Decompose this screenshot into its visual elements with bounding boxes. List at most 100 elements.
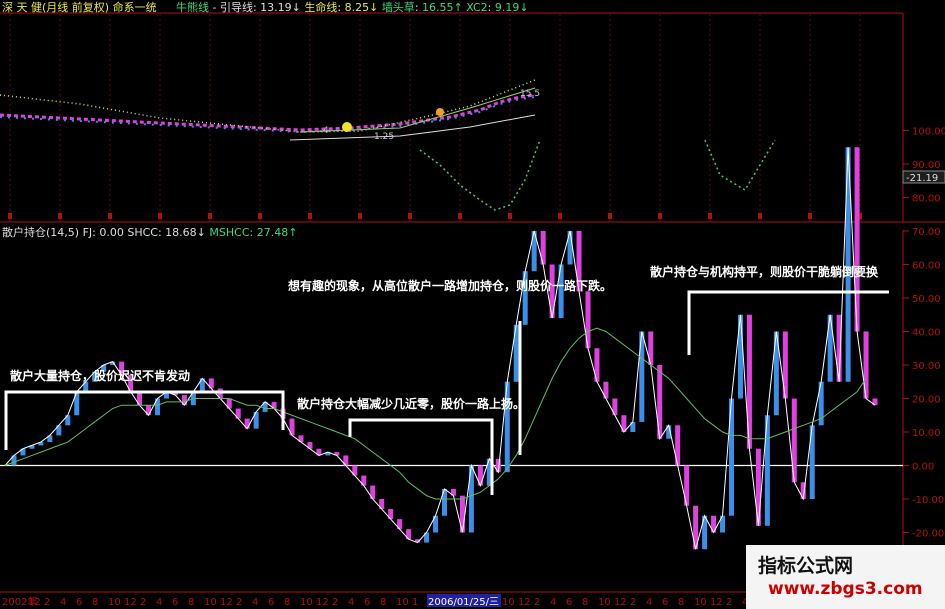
x-axis-label: 4 <box>348 597 354 608</box>
y-tick-label: -10.00 <box>912 495 944 506</box>
x-axis-label: 10 <box>396 597 409 608</box>
indicator-value: 9.19↓ <box>494 1 529 14</box>
x-axis-label: 6 <box>172 597 178 608</box>
indicator-value: 8.25↓ <box>344 1 379 14</box>
x-axis-label: 8 <box>380 597 386 608</box>
period-marker <box>758 213 762 219</box>
period-marker <box>508 213 512 219</box>
shcc-value: SHCC: 18.68↓ <box>127 226 206 239</box>
x-axis-label: 6 <box>364 597 370 608</box>
period-marker <box>108 213 112 219</box>
x-axis-label: 12 <box>710 597 723 608</box>
x-axis-label: 6 <box>76 597 82 608</box>
y-tick-label: 40.00 <box>912 328 941 339</box>
bottom-panel-header: 散户持仓(14,5) FJ: 0.00 SHCC: 18.68↓ MSHCC: … <box>2 224 297 240</box>
period-marker <box>358 213 362 219</box>
indicator-title: 散户持仓(14,5) <box>2 226 80 239</box>
y-tick-label: 80.00 <box>912 194 941 205</box>
y-tick-label: 100.00 <box>912 127 945 138</box>
ma-line-2 <box>299 87 536 133</box>
period-marker <box>708 213 712 219</box>
indicator-value: 13.19↓ <box>260 1 301 14</box>
indicator-name: 牛熊线 <box>176 1 209 14</box>
indicator-name: 引导线 <box>219 1 253 14</box>
period-marker <box>458 213 462 219</box>
period-marker <box>58 213 62 219</box>
x-axis-label: 10 <box>694 597 707 608</box>
annotation-text: 散户持仓与机构持平，则股价干脆躺倒要换 <box>650 264 879 279</box>
y-tick-label: -20.00 <box>912 529 944 540</box>
annotation-text: 想有趣的现象，从高位散户一路增加持仓，则股价一路下跌。 <box>287 278 612 293</box>
period-marker <box>158 213 162 219</box>
mshcc-value: MSHCC: 27.48↑ <box>209 226 298 239</box>
period-marker <box>558 213 562 219</box>
x-axis-label: 10 <box>502 597 515 608</box>
x-axis-label: 6 <box>662 597 668 608</box>
watermark-logo: 指标公式网 www.zbgs3.com <box>746 545 945 609</box>
y-tick-label: 10.00 <box>912 428 941 439</box>
x-axis-label: 4 <box>60 597 66 608</box>
y-tick-label: 60.00 <box>912 261 941 272</box>
x-axis-label: 4 <box>550 597 556 608</box>
x-axis-label: 8 <box>678 597 684 608</box>
indicator-name: XC2 <box>466 1 488 14</box>
x-axis-label: 12 <box>220 597 233 608</box>
marker-dot <box>342 122 352 132</box>
watermark-title: 指标公式网 <box>758 555 854 577</box>
period-marker <box>208 213 212 219</box>
x-axis-label: 8 <box>92 597 98 608</box>
x-axis-label: 6 <box>566 597 572 608</box>
x-axis-label: 10 <box>108 597 121 608</box>
top-panel-title: 深 天 健(月线 前复权) 命系一统 <box>2 1 157 14</box>
x-axis-label: 10 <box>204 597 217 608</box>
x-axis-label: 2006/01/25/三 <box>428 597 499 608</box>
y-tick-label: 20.00 <box>912 395 941 406</box>
bull-bear-line-2 <box>704 139 776 192</box>
y-tick-label: 30.00 <box>912 361 941 372</box>
x-axis-label: 6 <box>268 597 274 608</box>
x-axis-label: 12 <box>614 597 627 608</box>
annotation-text: 散户大量持仓，股价迟迟不肯发动 <box>10 368 190 383</box>
x-axis-label: 12 <box>28 597 41 608</box>
price-label: 1.25 <box>374 132 394 142</box>
indicator-value: 16.55↑ <box>422 1 463 14</box>
period-marker <box>308 213 312 219</box>
period-marker <box>408 213 412 219</box>
x-axis-label: 8 <box>284 597 290 608</box>
x-axis-label: 12 <box>124 597 137 608</box>
x-axis-label: 2 <box>44 597 50 608</box>
y-tick-label: 90.00 <box>912 160 941 171</box>
x-axis-label: 8 <box>582 597 588 608</box>
x-axis-label: 12 <box>518 597 531 608</box>
period-marker <box>8 213 12 219</box>
value-box-text: -21.19 <box>906 173 938 184</box>
x-axis-label: 2 <box>630 597 636 608</box>
guide-line <box>0 79 536 133</box>
mshcc-line <box>4 327 867 500</box>
x-axis-label: 1 <box>412 597 418 608</box>
price-label: 15.5 <box>520 89 540 99</box>
period-marker <box>608 213 612 219</box>
bull-bear-line <box>419 139 541 211</box>
price-label: 4 <box>323 126 329 136</box>
x-axis-label: 10 <box>598 597 611 608</box>
period-marker <box>808 213 812 219</box>
indicator-name: 墙头草 <box>381 1 415 14</box>
x-axis-label: 2 <box>140 597 146 608</box>
stock-chart: 15.541.25-21.19-30.00-20.00-10.000.0010.… <box>0 12 945 608</box>
x-axis-label: 10 <box>300 597 313 608</box>
x-axis-label: 8 <box>188 597 194 608</box>
marker-dot <box>436 108 444 116</box>
x-axis-label: 2 <box>534 597 540 608</box>
x-axis-label: 2 <box>332 597 338 608</box>
indicator-name: 生命线 <box>304 1 338 14</box>
x-axis-label: 12 <box>316 597 329 608</box>
fj-value: FJ: 0.00 <box>82 226 124 239</box>
watermark-url: www.zbgs3.com <box>768 579 923 599</box>
annotation-text: 散户持仓大幅减少几近零，股价一路上扬。 <box>297 396 525 411</box>
y-tick-label: 70.00 <box>912 227 941 238</box>
period-marker <box>258 213 262 219</box>
x-axis-label: 4 <box>252 597 258 608</box>
x-axis-label: 2 <box>236 597 242 608</box>
x-axis-label: 2 <box>726 597 732 608</box>
